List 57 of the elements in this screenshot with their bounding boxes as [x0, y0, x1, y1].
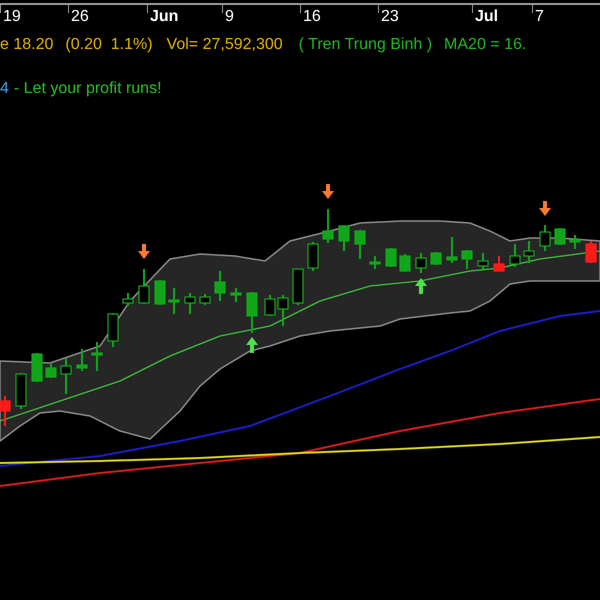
candlestick: [461, 250, 473, 269]
candlestick: [154, 280, 166, 305]
candlestick: [307, 242, 319, 271]
candlestick: [585, 241, 597, 263]
candlestick: [369, 256, 381, 269]
slogan-text: - Let your profit runs!: [14, 79, 162, 99]
time-axis-label: 16: [303, 7, 321, 27]
candlestick: [246, 292, 258, 333]
moving-average-text: MA20 = 16.: [444, 35, 526, 55]
candlestick: [138, 269, 150, 304]
candlestick: [446, 237, 458, 263]
candlestick: [31, 353, 43, 382]
candlestick: [539, 225, 551, 251]
time-axis-label: 19: [3, 7, 21, 27]
candlestick: [0, 396, 11, 426]
candlestick: [554, 228, 566, 245]
time-axis-label: 23: [381, 7, 399, 27]
candlestick: [399, 254, 411, 272]
down-arrow-icon: [539, 201, 551, 216]
candlestick: [214, 271, 226, 301]
candlestick: [415, 253, 427, 273]
candlestick: [430, 252, 442, 265]
slogan-number: 4: [0, 79, 9, 99]
down-arrow-icon: [322, 184, 334, 199]
volume-text: Vol= 27,592,300: [166, 35, 283, 55]
time-axis-label: Jul: [475, 7, 498, 27]
candlestick: [354, 230, 366, 259]
candlestick: [523, 241, 535, 263]
candlestick: [569, 235, 581, 249]
candlestick: [199, 294, 211, 305]
trend-text: ( Tren Trung Binh ): [298, 35, 432, 55]
candlestick: [385, 248, 397, 267]
candlestick: [91, 342, 103, 371]
time-axis-label: Jun: [150, 7, 178, 27]
candlestick: [60, 358, 72, 394]
candlestick: [15, 373, 27, 409]
candlestick: [509, 244, 521, 267]
candlestick: [493, 256, 505, 272]
time-axis-label: 26: [71, 7, 89, 27]
time-axis-label: 9: [225, 7, 234, 27]
down-arrow-icon: [138, 244, 150, 259]
candlestick: [477, 253, 489, 269]
candlestick: [338, 225, 350, 251]
candlestick: [292, 268, 304, 305]
price-text: e 18.20: [0, 35, 54, 55]
candlestick: [76, 349, 88, 371]
candlestick: [168, 288, 180, 314]
up-arrow-icon: [246, 337, 258, 353]
up-arrow-icon: [415, 278, 427, 294]
candlestick: [122, 293, 134, 306]
time-axis-label: 7: [535, 7, 544, 27]
candlestick: [45, 364, 57, 378]
candlestick: [184, 293, 196, 314]
change-text: (0.20 1.1%): [65, 35, 153, 55]
candlestick: [107, 313, 119, 347]
candlestick: [230, 288, 242, 302]
candlestick: [322, 209, 334, 243]
